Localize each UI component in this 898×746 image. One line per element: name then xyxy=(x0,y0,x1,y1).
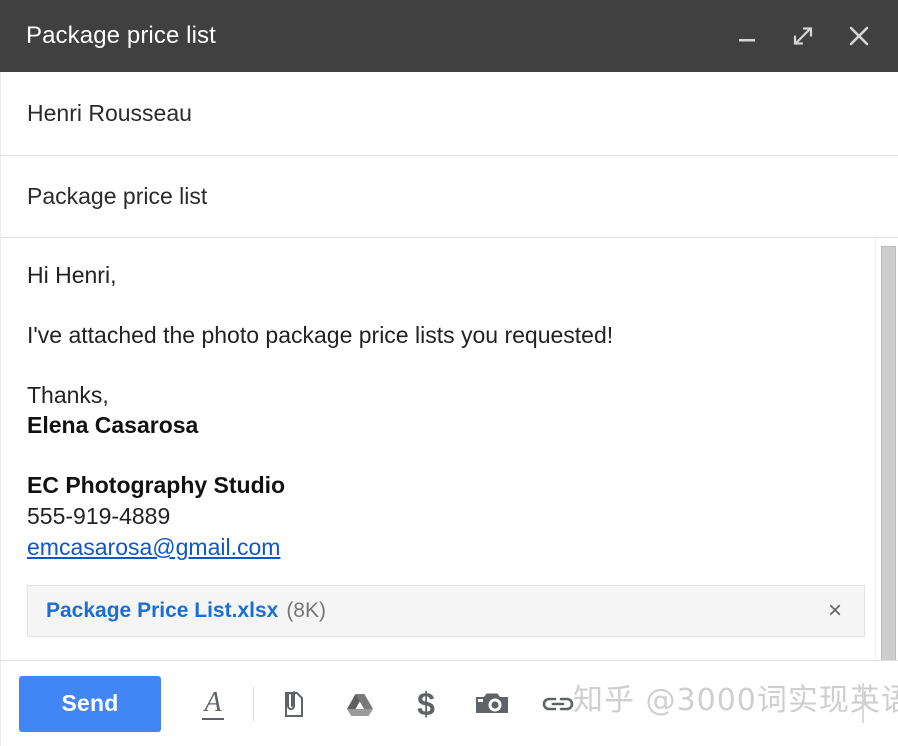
body-scrollbar-thumb[interactable] xyxy=(881,246,896,660)
insert-drive-file-button[interactable] xyxy=(334,676,386,732)
subject-value: Package price list xyxy=(27,183,207,210)
zhihu-watermark: 知乎 @3000词实现英语自由 xyxy=(573,675,898,719)
signature-company: EC Photography Studio xyxy=(27,470,872,501)
recipient-field[interactable]: Henri Rousseau xyxy=(0,72,898,156)
attachment-chip[interactable]: Package Price List.xlsx (8K) × xyxy=(27,585,865,637)
google-drive-icon xyxy=(343,689,377,719)
insert-money-button[interactable]: $ xyxy=(400,676,452,732)
compose-toolbar: Send A $ xyxy=(0,660,898,746)
body-closing: Thanks, xyxy=(27,380,872,410)
link-icon xyxy=(540,693,576,715)
dollar-icon: $ xyxy=(417,688,435,720)
expand-button[interactable] xyxy=(786,19,820,53)
compose-titlebar: Package price list xyxy=(0,0,898,72)
close-button[interactable] xyxy=(842,19,876,53)
recipient-value: Henri Rousseau xyxy=(27,100,192,127)
minimize-button[interactable] xyxy=(730,19,764,53)
signature-block: EC Photography Studio 555-919-4889 emcas… xyxy=(27,470,872,563)
body-greeting: Hi Henri, xyxy=(27,260,872,290)
insert-link-button[interactable] xyxy=(532,676,584,732)
compose-title: Package price list xyxy=(26,22,730,50)
attach-file-button[interactable] xyxy=(268,676,320,732)
format-text-icon: A xyxy=(202,688,223,720)
message-body[interactable]: Hi Henri, I've attached the photo packag… xyxy=(0,238,898,660)
body-paragraph: I've attached the photo package price li… xyxy=(27,320,872,350)
attachment-filename[interactable]: Package Price List.xlsx xyxy=(46,599,278,623)
expand-icon xyxy=(791,24,815,48)
send-button[interactable]: Send xyxy=(19,676,161,732)
insert-photo-button[interactable] xyxy=(466,676,518,732)
signature-email-link[interactable]: emcasarosa@gmail.com xyxy=(27,532,280,563)
camera-icon xyxy=(474,689,510,719)
close-icon xyxy=(846,23,872,49)
body-sender-name: Elena Casarosa xyxy=(27,410,872,440)
paperclip-icon xyxy=(279,688,309,720)
formatting-options-button[interactable]: A xyxy=(187,676,239,732)
minimize-icon xyxy=(736,25,758,47)
toolbar-divider xyxy=(253,687,254,721)
attachment-remove-button[interactable]: × xyxy=(822,595,848,627)
window-controls xyxy=(730,19,876,53)
signature-phone: 555-919-4889 xyxy=(27,501,872,532)
subject-field[interactable]: Package price list xyxy=(0,156,898,238)
body-scrollbar[interactable] xyxy=(875,238,898,660)
compose-window: Package price list xyxy=(0,0,898,746)
attachment-size: (8K) xyxy=(286,599,326,623)
discard-draft-hint[interactable] xyxy=(862,683,864,723)
